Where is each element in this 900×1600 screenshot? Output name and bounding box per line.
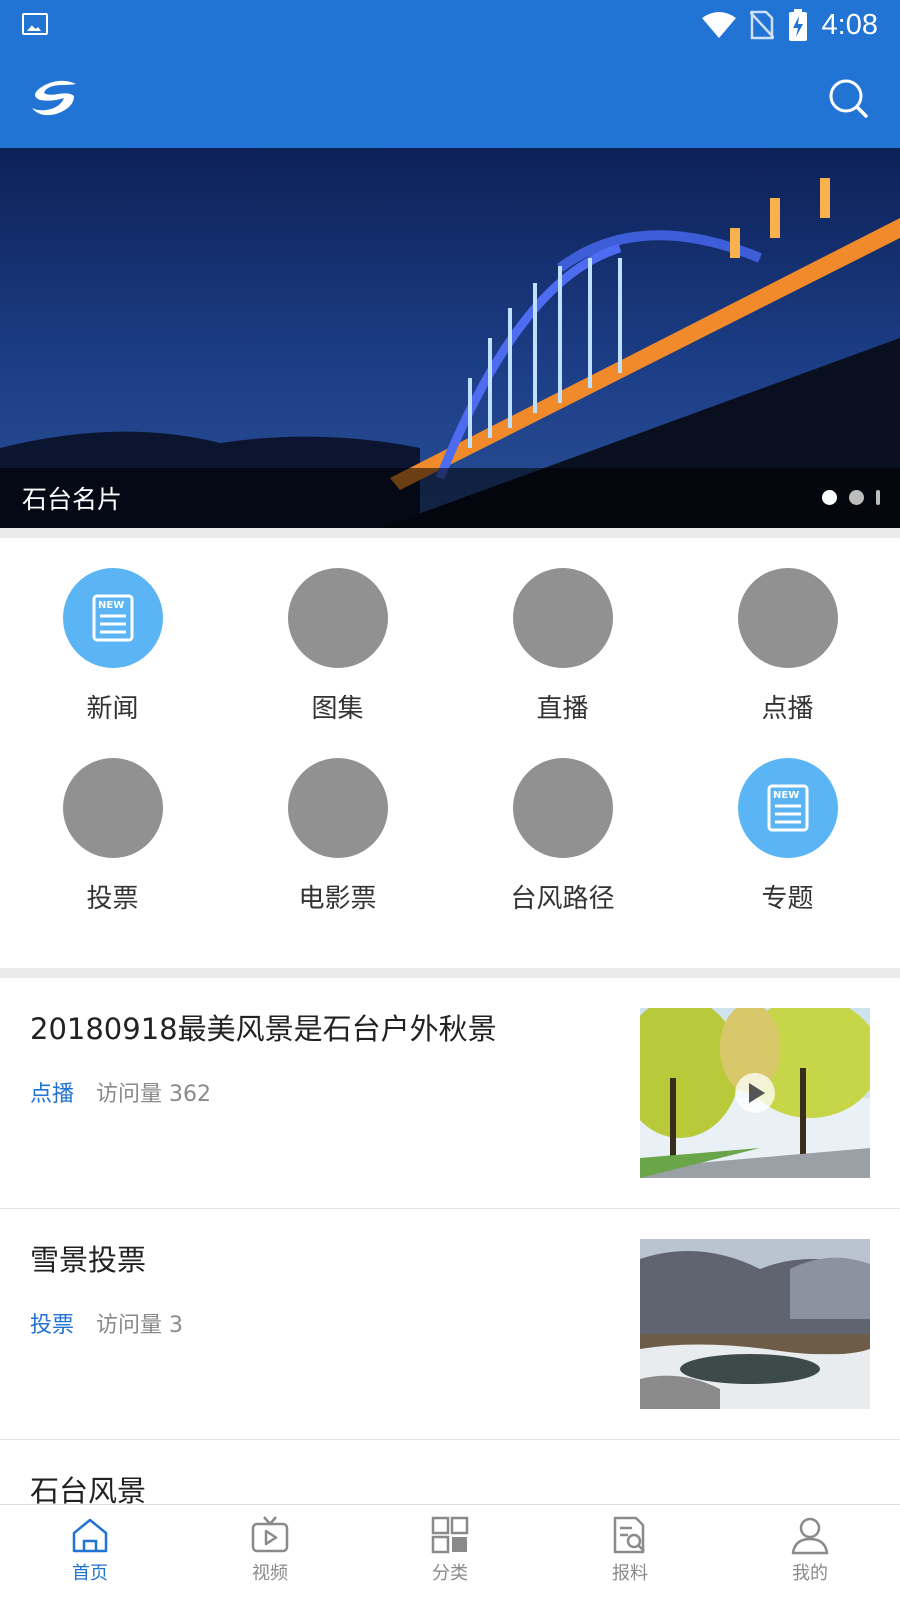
image-notification-icon <box>22 13 48 35</box>
grid-item-news[interactable]: NEW 新闻 <box>0 538 225 728</box>
news-icon: NEW <box>737 758 838 858</box>
item-title: 雪景投票 <box>30 1243 147 1277</box>
svg-text:NEW: NEW <box>773 790 799 801</box>
carousel-dot[interactable] <box>876 490 880 505</box>
nav-item-home[interactable]: 首页 <box>0 1505 180 1600</box>
grid-item-label: 台风路径 <box>510 884 615 914</box>
placeholder-icon <box>62 758 163 858</box>
nav-item-video[interactable]: 视频 <box>180 1505 360 1600</box>
nav-item-report[interactable]: 报料 <box>540 1505 720 1600</box>
carousel-dot[interactable] <box>822 490 837 505</box>
nav-item-mine[interactable]: 我的 <box>720 1505 900 1600</box>
home-icon <box>72 1518 108 1553</box>
grid-item-vote[interactable]: 投票 <box>0 728 225 918</box>
app-logo-icon <box>32 80 76 116</box>
grid-item-label: 电影票 <box>298 884 377 914</box>
placeholder-icon <box>512 758 613 858</box>
category-grid: NEW 新闻 图集 直播 点播 投票 电影票 台风路径 NEW 专题 <box>0 538 900 968</box>
placeholder-icon <box>512 568 613 668</box>
carousel-dot[interactable] <box>849 490 864 505</box>
placeholder-icon <box>287 568 388 668</box>
no-sim-icon <box>749 10 774 40</box>
clock: 4:08 <box>821 8 878 41</box>
item-tag: 投票 <box>30 1313 75 1338</box>
item-views: 访问量 362 <box>96 1082 212 1107</box>
grid-item-live[interactable]: 直播 <box>450 538 675 728</box>
search-icon[interactable] <box>826 76 870 120</box>
category-grid-icon <box>431 1516 469 1554</box>
nav-label: 报料 <box>612 1563 648 1584</box>
grid-item-movie-tickets[interactable]: 电影票 <box>225 728 450 918</box>
item-thumbnail <box>640 1239 870 1409</box>
tv-icon <box>251 1516 289 1553</box>
app-bar <box>0 50 900 148</box>
carousel-indicator <box>822 490 880 505</box>
grid-item-topics[interactable]: NEW 专题 <box>675 728 900 918</box>
item-meta: 点播 访问量 362 <box>30 1076 211 1108</box>
item-thumbnail <box>640 1008 870 1178</box>
banner-caption: 石台名片 <box>22 485 123 514</box>
list-item[interactable]: 雪景投票 投票 访问量 3 <box>0 1209 900 1440</box>
status-bar: 4:08 <box>0 0 900 50</box>
svg-text:NEW: NEW <box>98 600 124 611</box>
nav-label: 视频 <box>252 1563 288 1584</box>
section-divider <box>0 968 900 978</box>
grid-item-vod[interactable]: 点播 <box>675 538 900 728</box>
grid-item-gallery[interactable]: 图集 <box>225 538 450 728</box>
grid-item-label: 投票 <box>86 884 139 914</box>
wifi-icon <box>701 12 736 38</box>
bottom-navigation: 首页 视频 分类 报料 我的 <box>0 1504 900 1600</box>
grid-item-label: 新闻 <box>86 694 139 724</box>
report-icon <box>613 1516 645 1554</box>
nav-item-category[interactable]: 分类 <box>360 1505 540 1600</box>
grid-item-label: 专题 <box>761 884 814 914</box>
item-tag: 点播 <box>30 1082 75 1107</box>
status-icons: 4:08 <box>701 8 878 42</box>
nav-label: 首页 <box>72 1563 108 1584</box>
placeholder-icon <box>287 758 388 858</box>
grid-item-label: 图集 <box>311 694 364 724</box>
nav-label: 我的 <box>792 1563 828 1584</box>
item-views: 访问量 3 <box>96 1313 184 1338</box>
item-meta: 投票 访问量 3 <box>30 1307 183 1339</box>
section-divider <box>0 528 900 538</box>
grid-item-typhoon-path[interactable]: 台风路径 <box>450 728 675 918</box>
placeholder-icon <box>737 568 838 668</box>
battery-charging-icon <box>788 9 807 41</box>
list-item[interactable]: 20180918最美风景是石台户外秋景 点播 访问量 362 <box>0 978 900 1209</box>
grid-item-label: 直播 <box>536 694 589 724</box>
item-title: 20180918最美风景是石台户外秋景 <box>30 1012 497 1046</box>
grid-item-label: 点播 <box>761 694 814 724</box>
nav-label: 分类 <box>432 1563 468 1584</box>
banner-carousel[interactable]: 石台名片 <box>0 148 900 528</box>
user-icon <box>791 1517 829 1555</box>
list-item[interactable]: 石台风景 <box>0 1440 900 1510</box>
banner-caption-bar: 石台名片 <box>0 468 900 528</box>
news-icon: NEW <box>62 568 163 668</box>
